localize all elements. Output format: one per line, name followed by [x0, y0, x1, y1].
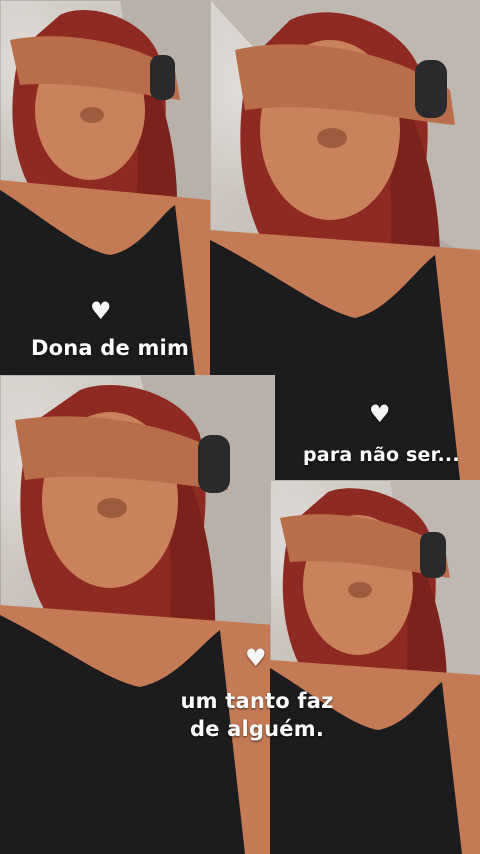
- selfie-photo: [0, 375, 275, 854]
- caption-line-2: de alguém.: [189, 717, 325, 741]
- caption-dona-de-mim: Dona de mim: [31, 336, 190, 360]
- heart-icon: ♥: [369, 400, 391, 428]
- photo-tile-bottom-right: [270, 480, 480, 854]
- selfie-photo: [270, 480, 480, 854]
- caption-para-nao-ser: para não ser...: [303, 444, 460, 466]
- caption-um-tanto-faz: um tanto faz de alguém.: [162, 687, 352, 743]
- heart-icon: ♥: [245, 644, 267, 672]
- heart-icon: ♥: [90, 297, 112, 325]
- caption-line-1: um tanto faz: [180, 689, 334, 713]
- photo-tile-bottom-left: [0, 375, 275, 854]
